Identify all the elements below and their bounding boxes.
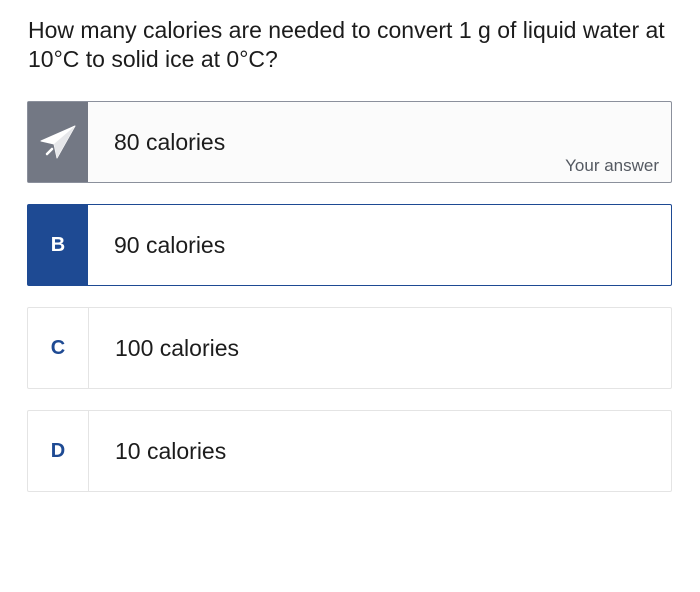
question-text: How many calories are needed to convert …: [28, 17, 665, 72]
option-a-badge: [28, 102, 88, 182]
option-d-badge: D: [28, 411, 89, 491]
paper-plane-icon: [40, 125, 76, 159]
option-a-text-area: 80 calories Your answer: [88, 102, 671, 182]
answer-option-d[interactable]: D 10 calories: [27, 410, 672, 492]
option-c-label: 100 calories: [115, 334, 240, 361]
answer-option-b[interactable]: B 90 calories: [27, 204, 672, 286]
option-d-label: 10 calories: [115, 437, 227, 464]
your-answer-note: Your answer: [565, 156, 659, 175]
option-b-text-area: 90 calories: [88, 205, 671, 285]
option-a-label: 80 calories: [114, 128, 226, 155]
answer-option-a[interactable]: 80 calories Your answer: [27, 101, 672, 183]
option-c-badge: C: [28, 308, 89, 388]
option-b-label: 90 calories: [114, 231, 226, 258]
option-d-text-area: 10 calories: [89, 411, 671, 491]
option-b-badge: B: [28, 205, 88, 285]
option-c-text-area: 100 calories: [89, 308, 671, 388]
answer-option-c[interactable]: C 100 calories: [27, 307, 672, 389]
